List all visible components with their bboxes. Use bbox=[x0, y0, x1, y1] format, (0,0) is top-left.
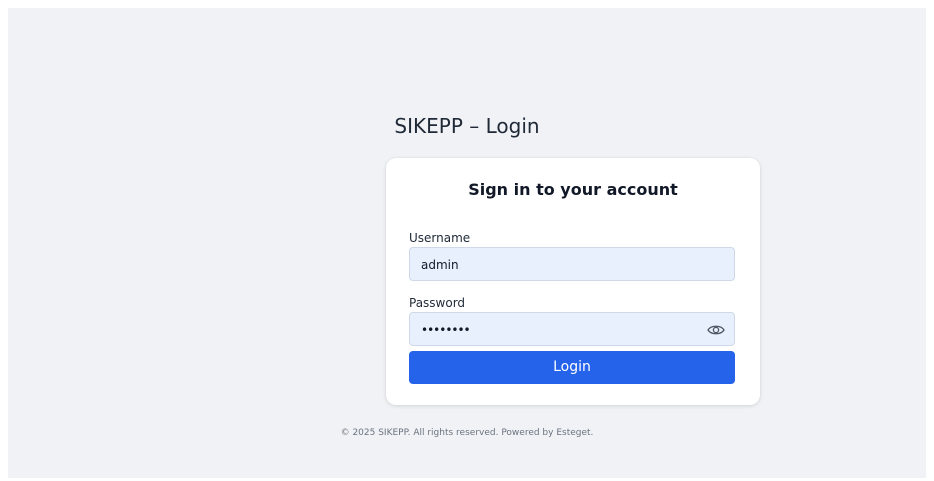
login-button[interactable]: Login bbox=[409, 351, 735, 384]
password-label: Password bbox=[409, 296, 466, 310]
password-value: •••••••• bbox=[421, 323, 471, 337]
page-title: SIKEPP – Login bbox=[394, 114, 540, 138]
username-input[interactable]: admin bbox=[409, 247, 735, 281]
eye-icon[interactable] bbox=[707, 322, 725, 336]
card-title: Sign in to your account bbox=[468, 180, 678, 199]
login-card: Sign in to your account Username admin P… bbox=[386, 158, 760, 405]
username-label: Username bbox=[409, 231, 471, 245]
username-value: admin bbox=[421, 258, 459, 272]
password-input[interactable]: •••••••• bbox=[409, 312, 735, 346]
page-background: SIKEPP – Login Sign in to your account U… bbox=[8, 8, 926, 478]
footer-copyright: © 2025 SIKEPP. All rights reserved. Powe… bbox=[340, 428, 594, 438]
